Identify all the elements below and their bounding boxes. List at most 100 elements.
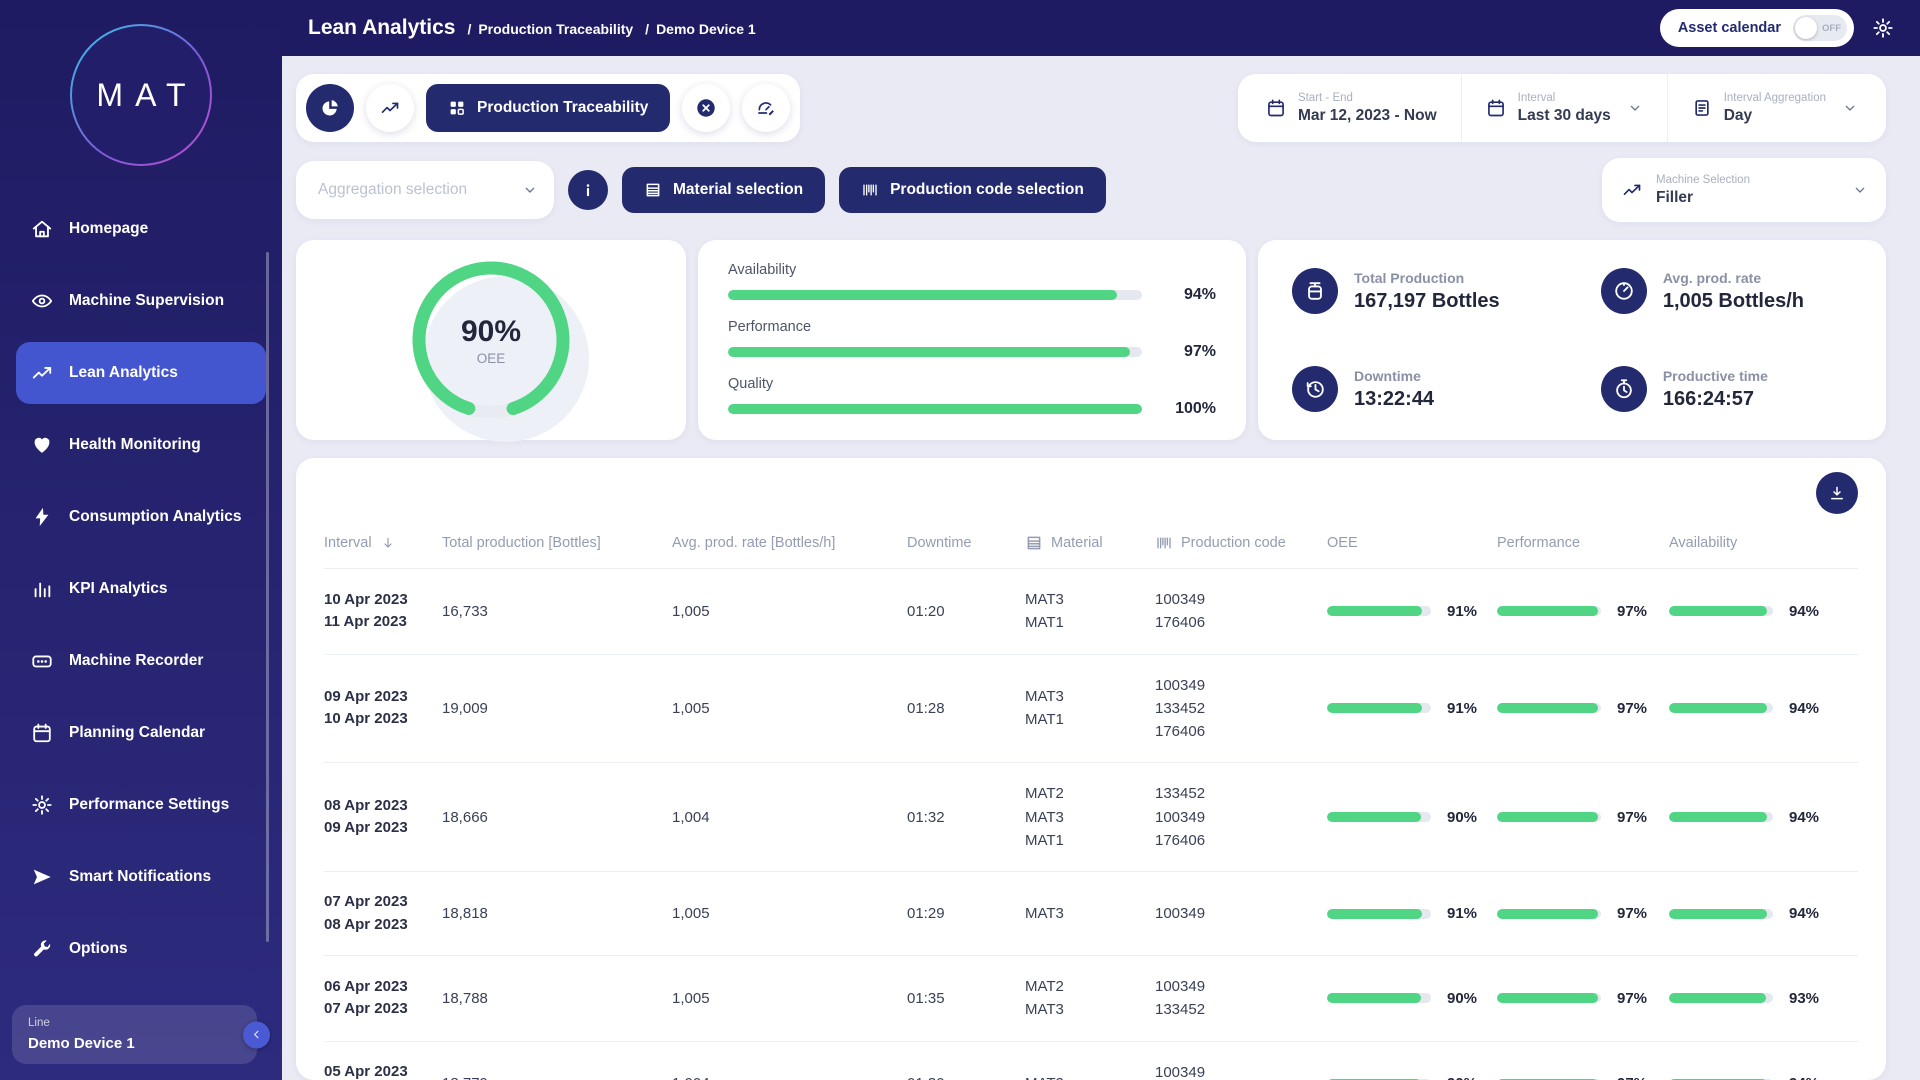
cell-oee: 90% <box>1327 990 1497 1007</box>
breadcrumb-segment: /Demo Device 1 <box>645 21 756 37</box>
calendar-icon <box>1486 98 1506 118</box>
table-body: 10 Apr 202311 Apr 202316,7331,00501:20MA… <box>324 569 1858 1080</box>
table-header: IntervalTotal production [Bottles]Avg. p… <box>324 534 1858 569</box>
cell-material: MAT3MAT1 <box>1025 588 1155 635</box>
cell-downtime: 01:30 <box>907 1075 1025 1080</box>
table-row[interactable]: 10 Apr 202311 Apr 202316,7331,00501:20MA… <box>324 569 1858 655</box>
sidebar-item-machine-supervision[interactable]: Machine Supervision <box>16 270 266 332</box>
sidebar-item-options[interactable]: Options <box>16 918 266 980</box>
asset-calendar-toggle[interactable]: Asset calendar OFF <box>1660 9 1854 47</box>
material-selection-button[interactable]: Material selection <box>622 167 825 213</box>
aggregation-select[interactable]: Aggregation selection <box>296 161 554 219</box>
sidebar-item-smart-notifications[interactable]: Smart Notifications <box>16 846 266 908</box>
production-traceability-button[interactable]: Production Traceability <box>426 84 670 132</box>
sidebar-item-label: KPI Analytics <box>69 579 168 598</box>
trend-view-button[interactable] <box>366 84 414 132</box>
aggregation-placeholder: Aggregation selection <box>318 181 467 199</box>
table-row[interactable]: 07 Apr 202308 Apr 202318,8181,00501:29MA… <box>324 872 1858 956</box>
sort-down-icon <box>380 535 396 551</box>
clear-view-button[interactable] <box>682 84 730 132</box>
date-range-value: Mar 12, 2023 - Now <box>1298 107 1437 125</box>
calendar-icon <box>1266 98 1286 118</box>
logo: MAT <box>70 24 212 166</box>
table-row[interactable]: 05 Apr 202306 Apr 202318,7791,00401:30MA… <box>324 1042 1858 1080</box>
cell-availability: 94% <box>1669 905 1858 922</box>
machine-selection-select[interactable]: Machine Selection Filler <box>1602 158 1886 222</box>
wrench-icon <box>31 938 53 960</box>
sidebar-item-kpi-analytics[interactable]: KPI Analytics <box>16 558 266 620</box>
cell-oee: 91% <box>1327 700 1497 717</box>
stat-icon-circle <box>1292 268 1338 314</box>
speedometer-icon <box>1613 280 1635 302</box>
kpi-bar-performance: Performance97% <box>728 319 1216 361</box>
barcode-icon <box>1155 534 1173 552</box>
column-header-total-production-bottles: Total production [Bottles] <box>442 535 672 551</box>
interval-select[interactable]: Interval Last 30 days <box>1461 74 1667 142</box>
cell-total-production: 18,779 <box>442 1075 672 1080</box>
sidebar-item-planning-calendar[interactable]: Planning Calendar <box>16 702 266 764</box>
sidebar-collapse-button[interactable] <box>243 1021 270 1048</box>
gauge-edit-icon <box>756 98 776 118</box>
material-icon <box>1025 534 1043 552</box>
info-button[interactable] <box>568 170 608 210</box>
cell-downtime: 01:20 <box>907 603 1025 620</box>
cell-downtime: 01:29 <box>907 905 1025 922</box>
bar-track <box>728 347 1142 357</box>
sidebar-item-homepage[interactable]: Homepage <box>16 198 266 260</box>
cell-production-code: 100349176406 <box>1155 1061 1327 1080</box>
cell-avg-prod-rate: 1,004 <box>672 809 907 826</box>
cell-avg-prod-rate: 1,005 <box>672 905 907 922</box>
chevron-left-icon <box>250 1028 264 1042</box>
column-header-availability: Availability <box>1669 535 1858 551</box>
device-card[interactable]: Line Demo Device 1 <box>12 1005 257 1064</box>
settings-gear-icon[interactable] <box>1872 17 1894 39</box>
table-row[interactable]: 08 Apr 202309 Apr 202318,6661,00401:32MA… <box>324 763 1858 872</box>
cell-interval: 07 Apr 202308 Apr 2023 <box>324 891 442 936</box>
sidebar-item-consumption-analytics[interactable]: Consumption Analytics <box>16 486 266 548</box>
date-range-label: Start - End <box>1298 92 1437 104</box>
toggle-off[interactable]: OFF <box>1793 15 1847 41</box>
sidebar-scrollbar[interactable] <box>266 252 269 942</box>
cell-performance: 97% <box>1497 809 1669 826</box>
sidebar-item-lean-analytics[interactable]: Lean Analytics <box>16 342 266 404</box>
date-range-picker[interactable]: Start - End Mar 12, 2023 - Now <box>1242 74 1461 142</box>
topbar: Lean Analytics /Production Traceability … <box>282 0 1920 56</box>
interval-value: Last 30 days <box>1518 107 1611 125</box>
machine-selection-label: Machine Selection <box>1656 174 1834 186</box>
cell-total-production: 18,666 <box>442 809 672 826</box>
sidebar-item-performance-settings[interactable]: Performance Settings <box>16 774 266 836</box>
cell-material: MAT2 <box>1025 1072 1155 1080</box>
download-button[interactable] <box>1816 472 1858 514</box>
interval-aggregation-select[interactable]: Interval Aggregation Day <box>1667 74 1882 142</box>
stat-avg-prod-rate: Avg. prod. rate1,005 Bottles/h <box>1601 268 1852 314</box>
cell-material: MAT3MAT1 <box>1025 685 1155 732</box>
sidebar-item-label: Health Monitoring <box>69 435 201 454</box>
sidebar-item-machine-recorder[interactable]: Machine Recorder <box>16 630 266 692</box>
pie-chart-icon <box>320 98 340 118</box>
line-chart-icon <box>1622 180 1642 200</box>
kpi-bars-card: Availability94%Performance97%Quality100% <box>698 240 1246 440</box>
cell-interval: 08 Apr 202309 Apr 2023 <box>324 795 442 840</box>
sidebar-item-label: Machine Recorder <box>69 651 203 670</box>
pie-view-button[interactable] <box>306 84 354 132</box>
chevron-down-icon <box>1627 100 1643 116</box>
content: Production Traceability Start - End <box>282 56 1920 1080</box>
production-code-selection-button[interactable]: Production code selection <box>839 167 1106 213</box>
cell-avg-prod-rate: 1,005 <box>672 700 907 717</box>
cell-interval: 09 Apr 202310 Apr 2023 <box>324 686 442 731</box>
cell-total-production: 19,009 <box>442 700 672 717</box>
sidebar-item-label: Consumption Analytics <box>69 507 242 526</box>
table-row[interactable]: 09 Apr 202310 Apr 202319,0091,00501:28MA… <box>324 655 1858 764</box>
gear-icon <box>31 794 53 816</box>
device-card-label: Line <box>28 1017 241 1029</box>
column-header-downtime: Downtime <box>907 535 1025 551</box>
recorder-icon <box>31 650 53 672</box>
sidebar-item-health-monitoring[interactable]: Health Monitoring <box>16 414 266 476</box>
gauge-view-button[interactable] <box>742 84 790 132</box>
heart-icon <box>31 434 53 456</box>
breadcrumb-title: Lean Analytics <box>308 16 455 40</box>
stat-label: Total Production <box>1354 270 1500 286</box>
table-row[interactable]: 06 Apr 202307 Apr 202318,7881,00501:35MA… <box>324 956 1858 1042</box>
cell-interval: 05 Apr 202306 Apr 2023 <box>324 1061 442 1080</box>
column-header-interval[interactable]: Interval <box>324 535 442 551</box>
